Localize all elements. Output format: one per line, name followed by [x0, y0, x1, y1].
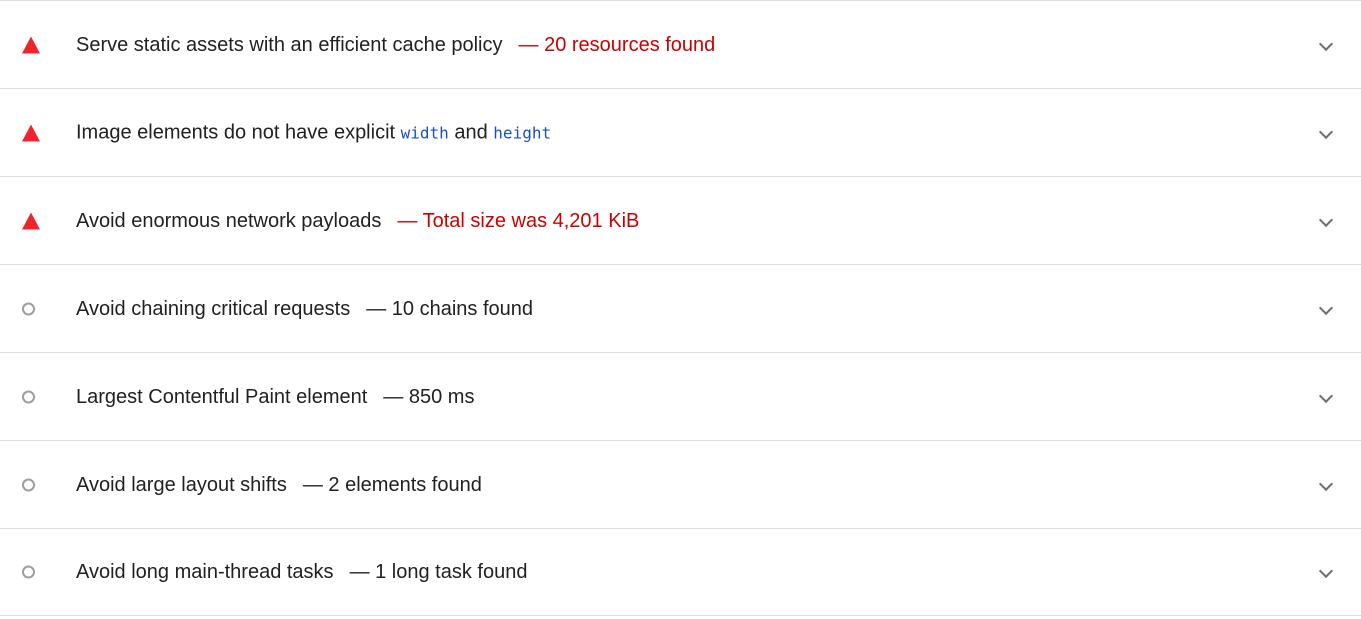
info-circle-icon: [22, 478, 35, 491]
audit-title: Largest Contentful Paint element: [76, 385, 368, 408]
info-circle-icon: [22, 302, 35, 315]
audit-title-wrap: Image elements do not have explicit widt…: [76, 120, 551, 145]
audit-title: Avoid large layout shifts: [76, 473, 287, 496]
code-height: height: [493, 123, 552, 142]
audit-title-wrap: Avoid enormous network payloads — Total s…: [76, 209, 639, 233]
audit-title-wrap: Avoid large layout shifts — 2 elements fo…: [76, 473, 482, 497]
chevron-down-icon[interactable]: [1318, 388, 1334, 403]
code-width: width: [400, 123, 449, 142]
audit-row-network-payloads[interactable]: Avoid enormous network payloads — Total s…: [0, 176, 1361, 264]
fail-triangle-icon: [22, 36, 40, 53]
info-circle-icon: [22, 565, 35, 579]
audit-title: Avoid enormous network payloads: [76, 209, 382, 232]
audit-display-value: — 850 ms: [383, 385, 475, 408]
chevron-down-icon[interactable]: [1318, 476, 1334, 491]
audit-title: Image elements do not have explicit: [76, 121, 401, 143]
audit-display-value: — 10 chains found: [366, 297, 533, 320]
fail-triangle-icon: [22, 212, 40, 229]
audit-display-value: — Total size was 4,201 KiB: [397, 209, 640, 232]
audit-title: Serve static assets with an efficient ca…: [76, 33, 503, 56]
chevron-down-icon[interactable]: [1318, 36, 1334, 51]
audit-title-wrap: Serve static assets with an efficient ca…: [76, 33, 715, 57]
audit-display-value: — 20 resources found: [518, 33, 716, 56]
chevron-down-icon[interactable]: [1318, 124, 1334, 139]
audit-display-value: — 2 elements found: [302, 473, 482, 496]
chevron-down-icon[interactable]: [1318, 563, 1334, 579]
audit-title-connector: and: [448, 121, 494, 143]
audit-title-wrap: Largest Contentful Paint element — 850 ms: [76, 385, 474, 409]
audit-row-cache-policy[interactable]: Serve static assets with an efficient ca…: [0, 0, 1361, 88]
audit-row-lcp-element[interactable]: Largest Contentful Paint element — 850 ms: [0, 352, 1361, 440]
audit-title: Avoid long main-thread tasks: [76, 561, 334, 583]
audit-title: Avoid chaining critical requests: [76, 297, 351, 320]
audit-row-long-tasks[interactable]: Avoid long main-thread tasks — 1 long tas…: [0, 528, 1361, 616]
info-circle-icon: [22, 390, 35, 403]
audit-row-critical-requests[interactable]: Avoid chaining critical requests — 10 cha…: [0, 264, 1361, 352]
audit-row-layout-shifts[interactable]: Avoid large layout shifts — 2 elements fo…: [0, 440, 1361, 528]
audit-list: Serve static assets with an efficient ca…: [0, 0, 1361, 619]
chevron-down-icon[interactable]: [1318, 212, 1334, 227]
fail-triangle-icon: [22, 124, 40, 141]
audit-row-unsized-images[interactable]: Image elements do not have explicit widt…: [0, 88, 1361, 176]
chevron-down-icon[interactable]: [1318, 300, 1334, 315]
audit-display-value: — 1 long task found: [349, 561, 528, 583]
audit-title-wrap: Avoid chaining critical requests — 10 cha…: [76, 297, 533, 321]
audit-title-wrap: Avoid long main-thread tasks — 1 long tas…: [76, 560, 527, 584]
